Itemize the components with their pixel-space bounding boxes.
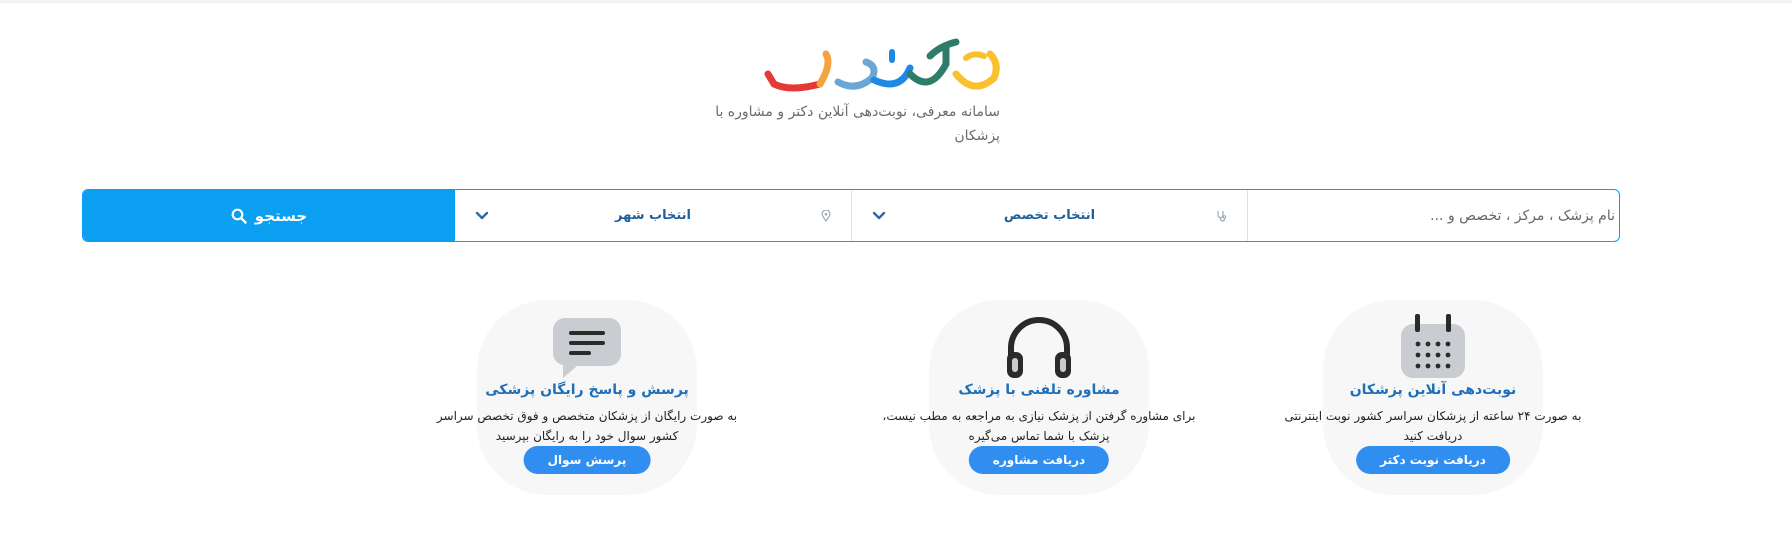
search-button-label: جستجو [254,206,308,225]
specialty-select[interactable]: انتخاب تخصص [852,190,1248,241]
get-consultation-button[interactable]: دریافت مشاوره [968,446,1110,474]
search-bar: جستجو انتخاب شهر انتخاب تخصص [82,189,1620,242]
feature-online-booking: نوبت‌دهی آنلاین پزشکان به صورت ۲۴ ساعته … [1268,300,1598,500]
search-input[interactable] [1248,190,1619,241]
feature-title: مشاوره تلفنی با پزشک [958,382,1120,398]
feature-title: نوبت‌دهی آنلاین پزشکان [1349,382,1517,398]
brand-header: سامانه معرفی، نوبت‌دهی آنلاین دکتر و مشا… [700,34,1000,154]
ask-question-button[interactable]: پرسش سوال [523,446,651,474]
specialty-select-label: انتخاب تخصص [1003,208,1096,223]
feature-title: پرسش و پاسخ رایگان پزشکی [485,382,689,398]
feature-description: به صورت رایگان از پزشکان متخصص و فوق تخص… [436,409,738,443]
location-pin-icon [821,209,831,222]
chat-bubble-icon [553,318,621,378]
feature-description: برای مشاوره گرفتن از پزشک نیازی به مراجع… [882,409,1196,443]
top-divider [0,0,1792,3]
feature-free-qa: پرسش و پاسخ رایگان پزشکی به صورت رایگان … [422,300,752,500]
logo[interactable] [760,34,1000,104]
headphones-icon [1007,317,1071,378]
city-select[interactable]: انتخاب شهر [455,190,852,241]
search-button[interactable]: جستجو [83,190,455,241]
feature-phone-consult: مشاوره تلفنی با پزشک برای مشاوره گرفتن ا… [874,300,1204,500]
city-select-label: انتخاب شهر [615,208,691,223]
get-appointment-button[interactable]: دریافت نوبت دکتر [1356,446,1510,474]
calendar-icon [1401,314,1465,378]
search-field [1248,190,1619,241]
stethoscope-icon [1217,210,1227,222]
tagline: سامانه معرفی، نوبت‌دهی آنلاین دکتر و مشا… [715,104,1000,144]
feature-description: به صورت ۲۴ ساعته از پزشکان سراسر کشور نو… [1284,409,1582,443]
search-icon [231,208,247,224]
